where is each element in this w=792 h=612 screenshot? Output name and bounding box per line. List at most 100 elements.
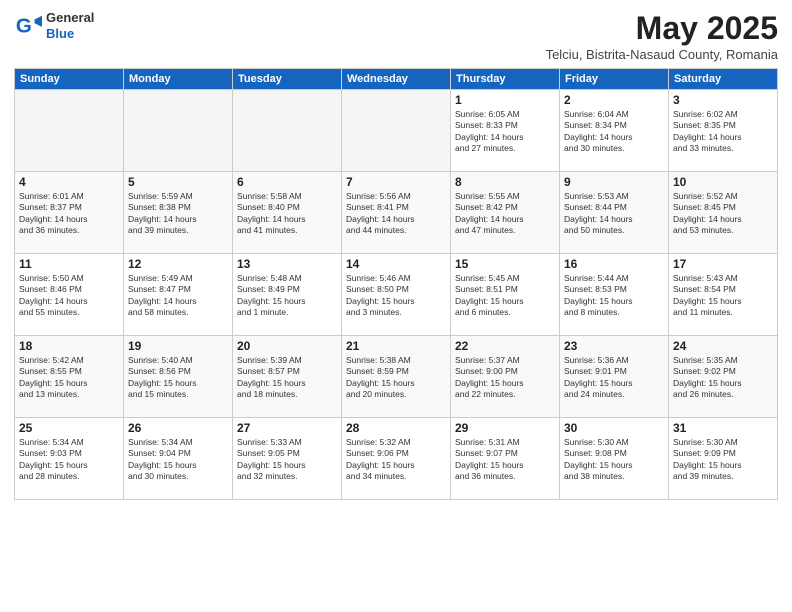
day-number: 25 <box>19 421 119 435</box>
day-info: Sunrise: 5:35 AM Sunset: 9:02 PM Dayligh… <box>673 355 773 401</box>
svg-text:G: G <box>16 14 32 37</box>
day-info: Sunrise: 5:46 AM Sunset: 8:50 PM Dayligh… <box>346 273 446 319</box>
day-number: 29 <box>455 421 555 435</box>
table-row: 7 Sunrise: 5:56 AM Sunset: 8:41 PM Daylig… <box>342 172 451 254</box>
logo-blue-text: Blue <box>46 26 94 42</box>
day-info: Sunrise: 5:58 AM Sunset: 8:40 PM Dayligh… <box>237 191 337 237</box>
calendar-week-row: 11Sunrise: 5:50 AM Sunset: 8:46 PM Dayli… <box>15 254 778 336</box>
day-info: Sunrise: 6:02 AM Sunset: 8:35 PM Dayligh… <box>673 109 773 155</box>
table-row: 19 Sunrise: 5:40 AM Sunset: 8:56 PM Dayli… <box>124 336 233 418</box>
table-row: 5 Sunrise: 5:59 AM Sunset: 8:38 PM Daylig… <box>124 172 233 254</box>
day-number: 23 <box>564 339 664 353</box>
table-row: 29 Sunrise: 5:31 AM Sunset: 9:07 PM Dayli… <box>451 418 560 500</box>
day-info: Sunrise: 5:49 AM Sunset: 8:47 PM Dayligh… <box>128 273 228 319</box>
calendar-week-row: 18 Sunrise: 5:42 AM Sunset: 8:55 PM Dayli… <box>15 336 778 418</box>
day-number: 5 <box>128 175 228 189</box>
table-row: 12 Sunrise: 5:49 AM Sunset: 8:47 PM Dayli… <box>124 254 233 336</box>
calendar-location: Telciu, Bistrita-Nasaud County, Romania <box>546 47 778 62</box>
header-tuesday: Tuesday <box>233 69 342 90</box>
day-number: 28 <box>346 421 446 435</box>
day-info: Sunrise: 5:34 AM Sunset: 9:03 PM Dayligh… <box>19 437 119 483</box>
day-info: Sunrise: 5:45 AM Sunset: 8:51 PM Dayligh… <box>455 273 555 319</box>
table-row: 8Sunrise: 5:55 AM Sunset: 8:42 PM Daylig… <box>451 172 560 254</box>
header-sunday: Sunday <box>15 69 124 90</box>
day-number: 11 <box>19 257 119 271</box>
day-number: 22 <box>455 339 555 353</box>
calendar-table: Sunday Monday Tuesday Wednesday Thursday… <box>14 68 778 500</box>
table-row: 20 Sunrise: 5:39 AM Sunset: 8:57 PM Dayli… <box>233 336 342 418</box>
table-row: 11Sunrise: 5:50 AM Sunset: 8:46 PM Dayli… <box>15 254 124 336</box>
day-info: Sunrise: 5:52 AM Sunset: 8:45 PM Dayligh… <box>673 191 773 237</box>
day-number: 8 <box>455 175 555 189</box>
calendar-title: May 2025 <box>546 10 778 47</box>
table-row: 24 Sunrise: 5:35 AM Sunset: 9:02 PM Dayli… <box>669 336 778 418</box>
day-number: 15 <box>455 257 555 271</box>
day-info: Sunrise: 5:53 AM Sunset: 8:44 PM Dayligh… <box>564 191 664 237</box>
day-number: 10 <box>673 175 773 189</box>
day-info: Sunrise: 6:05 AM Sunset: 8:33 PM Dayligh… <box>455 109 555 155</box>
day-info: Sunrise: 5:56 AM Sunset: 8:41 PM Dayligh… <box>346 191 446 237</box>
day-info: Sunrise: 5:39 AM Sunset: 8:57 PM Dayligh… <box>237 355 337 401</box>
calendar-week-row: 4Sunrise: 6:01 AM Sunset: 8:37 PM Daylig… <box>15 172 778 254</box>
day-number: 7 <box>346 175 446 189</box>
logo: G General Blue <box>14 10 94 41</box>
table-row: 10 Sunrise: 5:52 AM Sunset: 8:45 PM Dayli… <box>669 172 778 254</box>
day-number: 9 <box>564 175 664 189</box>
day-info: Sunrise: 5:33 AM Sunset: 9:05 PM Dayligh… <box>237 437 337 483</box>
day-number: 31 <box>673 421 773 435</box>
day-info: Sunrise: 5:31 AM Sunset: 9:07 PM Dayligh… <box>455 437 555 483</box>
table-row: 26 Sunrise: 5:34 AM Sunset: 9:04 PM Dayli… <box>124 418 233 500</box>
title-block: May 2025 Telciu, Bistrita-Nasaud County,… <box>546 10 778 62</box>
day-info: Sunrise: 6:01 AM Sunset: 8:37 PM Dayligh… <box>19 191 119 237</box>
day-info: Sunrise: 5:37 AM Sunset: 9:00 PM Dayligh… <box>455 355 555 401</box>
calendar-week-row: 25 Sunrise: 5:34 AM Sunset: 9:03 PM Dayli… <box>15 418 778 500</box>
header-wednesday: Wednesday <box>342 69 451 90</box>
calendar-header-row: Sunday Monday Tuesday Wednesday Thursday… <box>15 69 778 90</box>
header: G General Blue May 2025 Telciu, Bistrita… <box>14 10 778 62</box>
day-info: Sunrise: 5:38 AM Sunset: 8:59 PM Dayligh… <box>346 355 446 401</box>
table-row: 2 Sunrise: 6:04 AM Sunset: 8:34 PM Daylig… <box>560 90 669 172</box>
day-number: 13 <box>237 257 337 271</box>
day-info: Sunrise: 5:30 AM Sunset: 9:09 PM Dayligh… <box>673 437 773 483</box>
day-info: Sunrise: 5:32 AM Sunset: 9:06 PM Dayligh… <box>346 437 446 483</box>
table-row: 14 Sunrise: 5:46 AM Sunset: 8:50 PM Dayli… <box>342 254 451 336</box>
day-number: 16 <box>564 257 664 271</box>
table-row: 16 Sunrise: 5:44 AM Sunset: 8:53 PM Dayli… <box>560 254 669 336</box>
day-info: Sunrise: 5:40 AM Sunset: 8:56 PM Dayligh… <box>128 355 228 401</box>
day-info: Sunrise: 5:59 AM Sunset: 8:38 PM Dayligh… <box>128 191 228 237</box>
header-thursday: Thursday <box>451 69 560 90</box>
header-saturday: Saturday <box>669 69 778 90</box>
day-number: 2 <box>564 93 664 107</box>
table-row: 25 Sunrise: 5:34 AM Sunset: 9:03 PM Dayli… <box>15 418 124 500</box>
table-row: 13 Sunrise: 5:48 AM Sunset: 8:49 PM Dayli… <box>233 254 342 336</box>
header-friday: Friday <box>560 69 669 90</box>
table-row: 22 Sunrise: 5:37 AM Sunset: 9:00 PM Dayli… <box>451 336 560 418</box>
day-number: 21 <box>346 339 446 353</box>
table-row <box>342 90 451 172</box>
table-row: 28 Sunrise: 5:32 AM Sunset: 9:06 PM Dayli… <box>342 418 451 500</box>
table-row <box>15 90 124 172</box>
day-info: Sunrise: 5:48 AM Sunset: 8:49 PM Dayligh… <box>237 273 337 319</box>
day-number: 24 <box>673 339 773 353</box>
day-info: Sunrise: 5:44 AM Sunset: 8:53 PM Dayligh… <box>564 273 664 319</box>
day-number: 27 <box>237 421 337 435</box>
day-number: 14 <box>346 257 446 271</box>
day-info: Sunrise: 6:04 AM Sunset: 8:34 PM Dayligh… <box>564 109 664 155</box>
table-row: 3Sunrise: 6:02 AM Sunset: 8:35 PM Daylig… <box>669 90 778 172</box>
day-number: 12 <box>128 257 228 271</box>
day-info: Sunrise: 5:30 AM Sunset: 9:08 PM Dayligh… <box>564 437 664 483</box>
day-info: Sunrise: 5:34 AM Sunset: 9:04 PM Dayligh… <box>128 437 228 483</box>
table-row: 4Sunrise: 6:01 AM Sunset: 8:37 PM Daylig… <box>15 172 124 254</box>
day-number: 26 <box>128 421 228 435</box>
day-info: Sunrise: 5:43 AM Sunset: 8:54 PM Dayligh… <box>673 273 773 319</box>
table-row: 18 Sunrise: 5:42 AM Sunset: 8:55 PM Dayli… <box>15 336 124 418</box>
day-number: 18 <box>19 339 119 353</box>
table-row: 23 Sunrise: 5:36 AM Sunset: 9:01 PM Dayli… <box>560 336 669 418</box>
day-number: 19 <box>128 339 228 353</box>
table-row: 27 Sunrise: 5:33 AM Sunset: 9:05 PM Dayli… <box>233 418 342 500</box>
table-row: 1Sunrise: 6:05 AM Sunset: 8:33 PM Daylig… <box>451 90 560 172</box>
day-info: Sunrise: 5:36 AM Sunset: 9:01 PM Dayligh… <box>564 355 664 401</box>
table-row <box>124 90 233 172</box>
day-number: 20 <box>237 339 337 353</box>
day-info: Sunrise: 5:42 AM Sunset: 8:55 PM Dayligh… <box>19 355 119 401</box>
